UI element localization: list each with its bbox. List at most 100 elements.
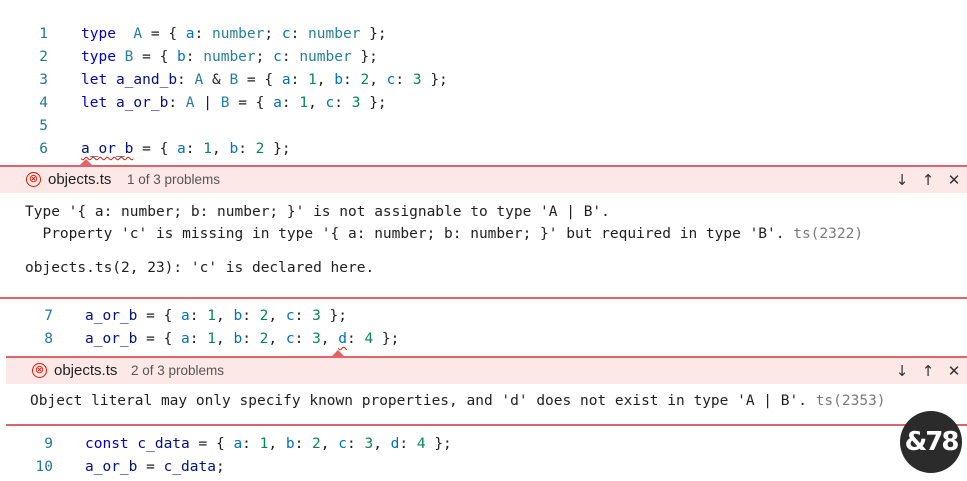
close-icon[interactable]: ✕ bbox=[944, 361, 964, 381]
code-token: ; bbox=[255, 49, 274, 65]
code-token: , bbox=[373, 436, 391, 452]
code-token: a_or_b bbox=[81, 141, 134, 157]
code-token: : bbox=[347, 331, 365, 347]
line-number: 7 bbox=[44, 308, 53, 324]
code-text[interactable]: a_or_b = { a: 1, b: 2 }; bbox=[81, 138, 291, 160]
close-icon[interactable]: ✕ bbox=[944, 170, 964, 190]
code-token: = { bbox=[133, 141, 178, 157]
code-token: : bbox=[294, 331, 313, 347]
code-token: : bbox=[290, 26, 309, 42]
code-token: : bbox=[399, 436, 417, 452]
code-token: : bbox=[342, 72, 361, 88]
code-token: c_data bbox=[163, 459, 216, 475]
related-information[interactable]: objects.ts(2, 23): 'c' is declared here. bbox=[25, 260, 374, 276]
previous-problem-icon[interactable]: ↑ bbox=[918, 361, 938, 381]
code-token: : bbox=[238, 141, 256, 157]
code-token: 4 bbox=[364, 331, 374, 347]
code-token: number bbox=[299, 49, 352, 65]
error-message-line-2: Property 'c' is missing in type '{ a: nu… bbox=[25, 226, 863, 242]
code-token: }; bbox=[320, 308, 347, 324]
code-token: : bbox=[281, 49, 300, 65]
code-text[interactable]: a_or_b = { a: 1, b: 2, c: 3 }; bbox=[85, 305, 347, 327]
code-token: 1 bbox=[207, 308, 216, 324]
code-token: }; bbox=[360, 95, 387, 111]
code-text[interactable]: type B = { b: number; c: number }; bbox=[81, 46, 378, 68]
code-token: = { bbox=[137, 308, 182, 324]
code-token: b bbox=[285, 436, 295, 452]
code-token: 1 bbox=[308, 72, 317, 88]
code-token: }; bbox=[421, 72, 448, 88]
peek-header-problem-1: ⊗ objects.ts 1 of 3 problems ↓ ↑ ✕ bbox=[0, 165, 967, 193]
code-token: , bbox=[369, 72, 387, 88]
code-text[interactable]: type A = { a: number; c: number }; bbox=[81, 23, 387, 45]
error-message: Object literal may only specify known pr… bbox=[30, 393, 886, 409]
next-problem-icon[interactable]: ↓ bbox=[892, 361, 912, 381]
code-token: c bbox=[281, 26, 291, 42]
code-token: let bbox=[81, 72, 108, 88]
code-token: type bbox=[81, 49, 116, 65]
code-token: number bbox=[203, 49, 256, 65]
code-text[interactable]: let a_and_b: A & B = { a: 1, b: 2, c: 3 … bbox=[81, 69, 448, 91]
code-token: 4 bbox=[416, 436, 426, 452]
code-token: A bbox=[185, 95, 195, 111]
code-text[interactable]: const c_data = { a: 1, b: 2, c: 3, d: 4 … bbox=[85, 433, 452, 455]
code-text[interactable]: let a_or_b: A | B = { a: 1, c: 3 }; bbox=[81, 92, 387, 114]
code-token: , bbox=[211, 141, 230, 157]
code-token: 1 bbox=[207, 331, 216, 347]
previous-problem-icon[interactable]: ↑ bbox=[918, 170, 938, 190]
code-token: d bbox=[338, 331, 347, 347]
code-token: : bbox=[334, 95, 352, 111]
code-token: c bbox=[338, 436, 347, 452]
error-code[interactable]: ts(2353) bbox=[816, 393, 886, 409]
channel-logo: &78 bbox=[900, 411, 962, 473]
code-token: = { bbox=[238, 72, 282, 88]
code-token: = { bbox=[137, 331, 182, 347]
code-token: c bbox=[285, 331, 295, 347]
code-token: , bbox=[215, 308, 234, 324]
peek-problem-count: 1 of 3 problems bbox=[127, 172, 221, 187]
code-token: : bbox=[168, 95, 186, 111]
code-token: c bbox=[273, 49, 282, 65]
code-token: , bbox=[320, 331, 339, 347]
code-token: : bbox=[177, 72, 195, 88]
peek-filename[interactable]: objects.ts bbox=[54, 362, 117, 379]
code-token: A bbox=[194, 72, 204, 88]
code-token: a bbox=[177, 141, 186, 157]
code-token: 3 bbox=[312, 308, 321, 324]
error-icon: ⊗ bbox=[32, 363, 47, 378]
code-token: ; bbox=[264, 26, 282, 42]
code-token: : bbox=[189, 331, 208, 347]
peek-body-problem-2: Object literal may only specify known pr… bbox=[6, 384, 967, 426]
code-token: , bbox=[316, 72, 335, 88]
code-token: b bbox=[334, 72, 343, 88]
code-token: a bbox=[185, 26, 195, 42]
error-code[interactable]: ts(2322) bbox=[793, 226, 863, 242]
code-token: }; bbox=[425, 436, 452, 452]
next-problem-icon[interactable]: ↓ bbox=[892, 170, 912, 190]
code-token: c bbox=[285, 308, 295, 324]
code-token: , bbox=[215, 331, 234, 347]
code-token: 1 bbox=[299, 95, 309, 111]
line-number: 8 bbox=[44, 331, 53, 347]
code-token: c bbox=[325, 95, 335, 111]
code-text[interactable]: a_or_b = c_data; bbox=[85, 456, 225, 478]
line-number: 6 bbox=[39, 141, 48, 157]
code-token: : bbox=[242, 331, 260, 347]
code-token: : bbox=[242, 308, 260, 324]
peek-problem-count: 2 of 3 problems bbox=[131, 363, 225, 378]
code-token: & bbox=[203, 72, 230, 88]
code-token: const bbox=[85, 436, 129, 452]
code-token: a_or_b bbox=[85, 331, 138, 347]
code-token: b bbox=[177, 49, 186, 65]
code-token: B bbox=[229, 72, 239, 88]
code-token: : bbox=[185, 141, 204, 157]
line-number: 3 bbox=[39, 72, 48, 88]
peek-filename[interactable]: objects.ts bbox=[48, 171, 111, 188]
code-text[interactable]: a_or_b = { a: 1, b: 2, c: 3, d: 4 }; bbox=[85, 328, 399, 350]
code-token: , bbox=[268, 436, 286, 452]
code-token: a bbox=[233, 436, 243, 452]
code-token: let bbox=[81, 95, 108, 111]
